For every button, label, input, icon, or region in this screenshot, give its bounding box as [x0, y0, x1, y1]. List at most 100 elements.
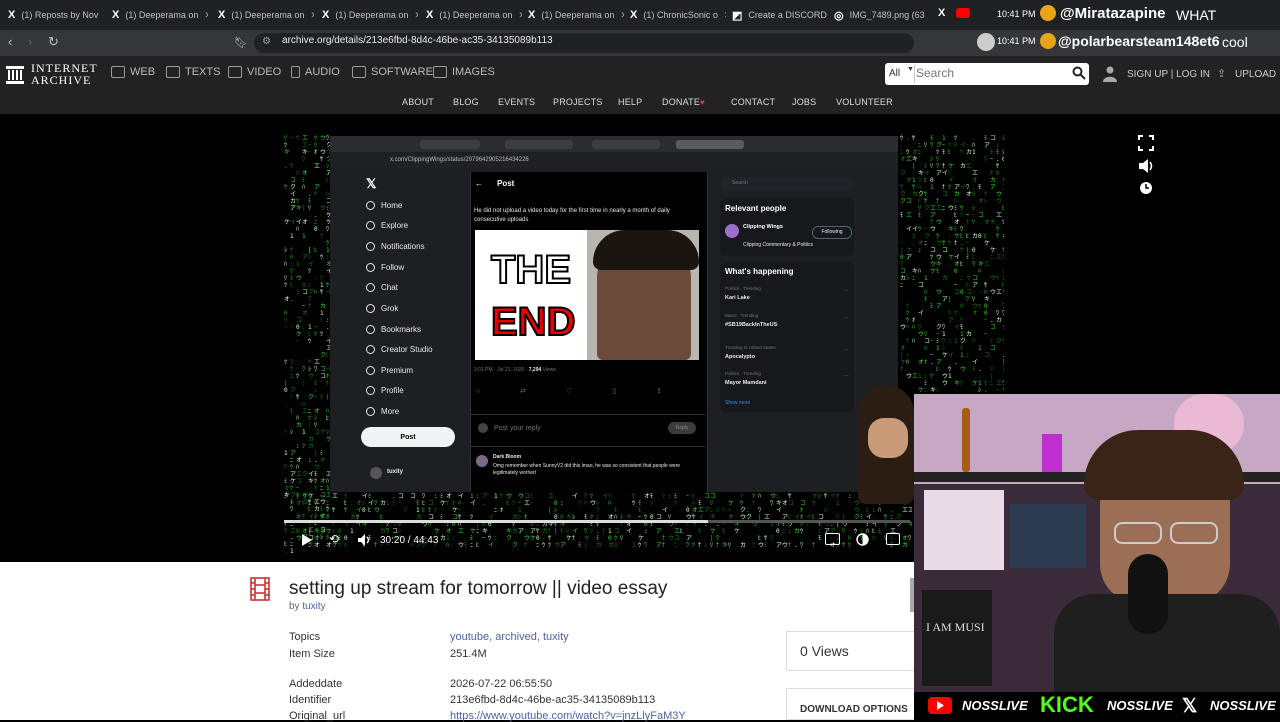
signup-login-link[interactable]: SIGN UP | LOG IN	[1127, 69, 1210, 80]
x-reply-avatar	[478, 423, 488, 433]
user-icon[interactable]	[1103, 66, 1117, 82]
svg-text:オ: オ	[1002, 233, 1004, 240]
browser-tab[interactable]: ◎IMG_7489.png (63✕	[834, 4, 930, 26]
x-nav-label: Premium	[381, 366, 414, 375]
repeat-icon[interactable]: ⟲	[329, 532, 339, 546]
browser-tab[interactable]: X (1) Deeperama on ✕	[528, 4, 624, 26]
svg-text:ﾊ: ﾊ	[326, 478, 329, 485]
svg-text:コ: コ	[918, 282, 924, 289]
clock-icon[interactable]	[1139, 181, 1153, 195]
close-icon[interactable]: ✕	[518, 10, 522, 21]
browser-tab[interactable]: ◩Create a DISCORD✕	[732, 4, 828, 26]
nav-volunteer[interactable]: VOLUNTEER	[836, 97, 893, 107]
svg-text::: :	[434, 493, 438, 500]
back-icon[interactable]: ‹	[8, 34, 12, 49]
software-icon	[352, 66, 366, 78]
search-scope-select[interactable]: All	[889, 68, 900, 79]
captions-icon[interactable]	[886, 533, 900, 545]
browser-tab[interactable]: X (1) Deeperama on ✕	[426, 4, 522, 26]
contrast-icon[interactable]	[856, 533, 869, 546]
close-icon[interactable]: ✕	[204, 10, 208, 21]
upload-link[interactable]: UPLOAD	[1235, 69, 1276, 80]
site-info-icon[interactable]: ⚙	[262, 36, 271, 47]
svg-text:コ: コ	[398, 493, 404, 500]
nav-projects[interactable]: PROJECTS	[553, 97, 603, 107]
tab-title: IMG_7489.png (63	[849, 10, 925, 20]
reload-icon[interactable]: ↻	[48, 34, 59, 50]
svg-text:オ: オ	[900, 345, 906, 352]
nav-about[interactable]: ABOUT	[402, 97, 434, 107]
nav-events[interactable]: EVENTS	[498, 97, 535, 107]
close-icon[interactable]: ✕	[310, 10, 314, 21]
close-icon[interactable]: ✕	[620, 10, 624, 21]
author-link[interactable]: tuxity	[302, 601, 325, 612]
svg-text:ﾅ: ﾅ	[446, 500, 449, 507]
trend-name: #SB19BackInTheUS	[725, 322, 778, 328]
svg-text:ﾅ: ﾅ	[716, 542, 719, 549]
cast-icon[interactable]	[825, 533, 840, 545]
download-options-heading[interactable]: DOWNLOAD OPTIONS	[800, 704, 908, 715]
close-icon[interactable]: ✕	[414, 10, 418, 21]
ia-logo-text[interactable]: INTERNET ARCHIVE	[31, 62, 98, 86]
nav-contact[interactable]: CONTACT	[731, 97, 775, 107]
svg-text:ﾓ: ﾓ	[984, 135, 987, 142]
tab-title: (1) Deeperama on	[335, 10, 409, 20]
fullscreen-icon[interactable]	[1138, 135, 1154, 151]
svg-text:ﾊ: ﾊ	[458, 500, 461, 507]
bookmark-icon[interactable]: 🔖︎	[234, 36, 248, 49]
svg-text:ﾘ: ﾘ	[290, 268, 293, 275]
svg-text:ｼ: ｼ	[984, 198, 987, 205]
upload-icon[interactable]: ⇪	[1217, 67, 1226, 80]
x-tab-icon[interactable]: X	[938, 7, 945, 19]
x-post-text: He did not upload a video today for the …	[474, 208, 670, 223]
mute-icon[interactable]	[358, 533, 372, 546]
original-url-link[interactable]: https://www.youtube.com/watch?v=jnzLlyFa…	[450, 710, 686, 722]
nav-blog[interactable]: BLOG	[453, 97, 479, 107]
nav-donate[interactable]: DONATE	[662, 97, 700, 107]
svg-text:ｰ: ｰ	[290, 500, 293, 507]
nav-help[interactable]: HELP	[618, 97, 642, 107]
search-icon[interactable]	[1072, 66, 1086, 80]
browser-tab[interactable]: X (1) Deeperama on ✕	[218, 4, 314, 26]
browser-tab[interactable]: X(1) Reposts by Nov✕	[8, 4, 104, 26]
play-icon[interactable]	[301, 533, 313, 546]
topics-value[interactable]: youtube, archived, tuxity	[450, 631, 569, 643]
media-texts[interactable]: TEXTS	[166, 66, 220, 78]
media-software[interactable]: SOFTWARE	[352, 66, 433, 78]
svg-text:ﾊ: ﾊ	[912, 324, 915, 331]
chevron-down-icon[interactable]: ▼	[907, 66, 914, 73]
svg-text:ｻ: ｻ	[326, 282, 329, 289]
x-back-arrow-icon: ←	[475, 179, 483, 188]
x-nav-icon	[366, 201, 375, 210]
svg-text:ﾐ: ﾐ	[930, 303, 933, 310]
svg-text:ウ: ウ	[374, 506, 380, 514]
media-web[interactable]: WEB	[111, 66, 155, 78]
svg-text:コ: コ	[930, 247, 936, 254]
trend-category: Music · Trending	[725, 313, 759, 318]
svg-text:ﾜ: ﾜ	[942, 324, 945, 331]
browser-tab[interactable]: X (1) Deeperama on ✕	[322, 4, 418, 26]
youtube-tab-icon[interactable]	[956, 8, 970, 18]
nav-jobs[interactable]: JOBS	[792, 97, 816, 107]
svg-text:ﾜ: ﾜ	[966, 184, 969, 191]
svg-text:エ: エ	[314, 359, 320, 366]
svg-text:ア: ア	[936, 359, 942, 366]
media-images[interactable]: IMAGES	[433, 66, 495, 78]
close-icon[interactable]: ✕	[724, 10, 726, 21]
ia-logo-icon[interactable]	[6, 64, 24, 84]
added-value: 2026-07-22 06:55:50	[450, 678, 553, 690]
x-icon: 𝕏	[1182, 696, 1198, 717]
svg-text:ﾐ: ﾐ	[368, 493, 371, 500]
svg-text:ﾜ: ﾜ	[770, 500, 773, 507]
svg-text:.: .	[906, 135, 910, 142]
browser-tab[interactable]: X (1) ChronicSonic o ✕	[630, 4, 726, 26]
svg-text:コ: コ	[296, 478, 302, 485]
volume-icon[interactable]	[1138, 158, 1156, 174]
svg-text:ﾊ: ﾊ	[848, 535, 851, 542]
forward-icon[interactable]: ›	[28, 34, 32, 49]
media-video[interactable]: VIDEO	[228, 66, 281, 78]
media-audio[interactable]: AUDIO	[291, 66, 340, 78]
browser-tab[interactable]: X (1) Deeperama on ✕	[112, 4, 208, 26]
search-input[interactable]	[916, 64, 1066, 82]
url-text[interactable]: archive.org/details/213e6fbd-8d4c-46be-a…	[282, 35, 553, 46]
